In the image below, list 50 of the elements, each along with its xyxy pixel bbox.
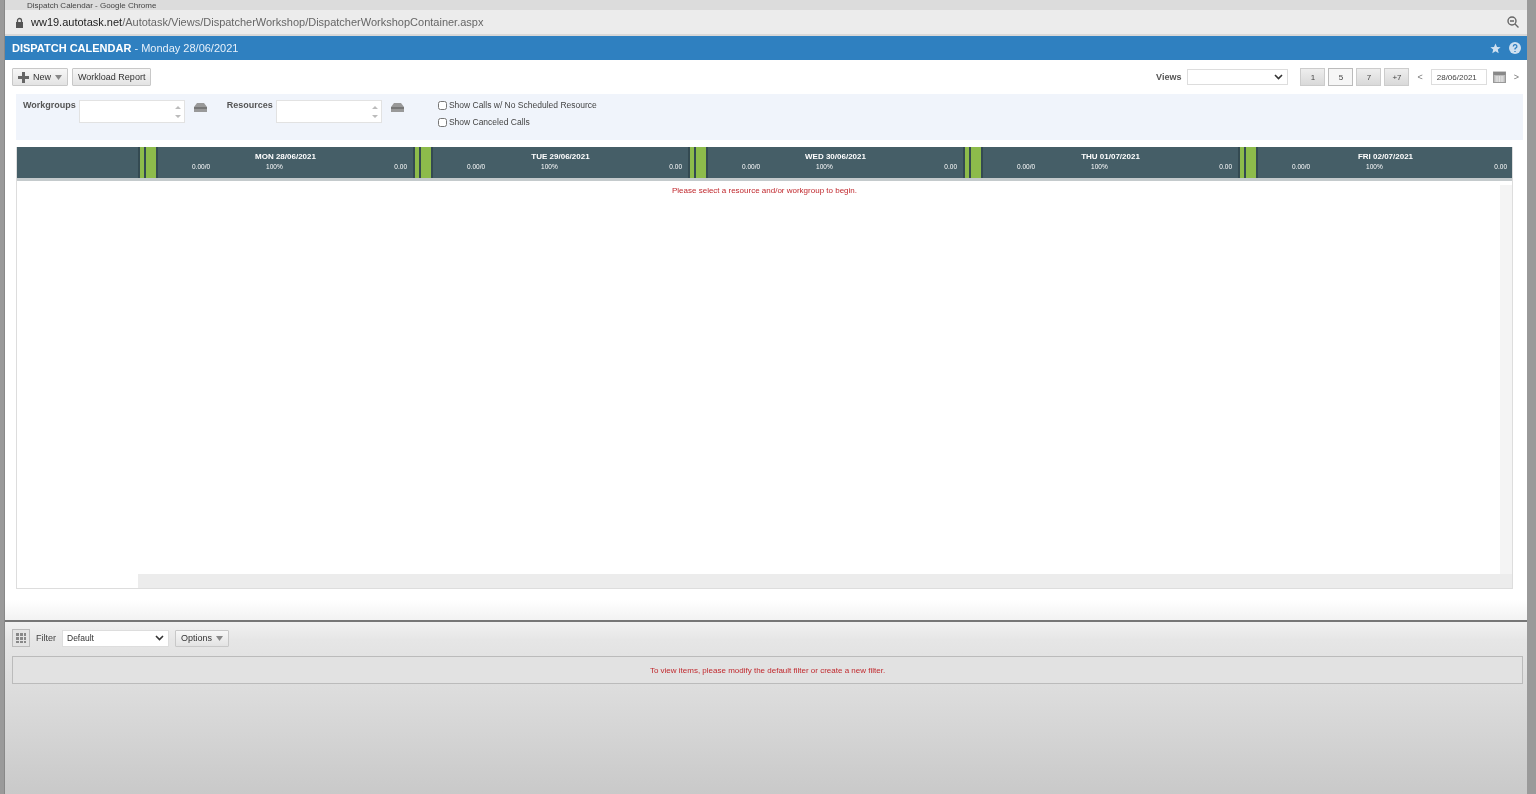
report-button[interactable]: Workload Report: [72, 68, 152, 86]
scroll-arrows-icon[interactable]: [174, 104, 181, 119]
window-title: Dispatch Calendar - Google Chrome: [27, 0, 157, 10]
day-label: MON 28/06/2021: [255, 152, 316, 161]
calendar-icon[interactable]: [1492, 71, 1506, 83]
next-link[interactable]: >: [1511, 72, 1521, 82]
help-icon[interactable]: [1509, 42, 1521, 54]
star-icon[interactable]: [1490, 42, 1501, 54]
filter-label: Filter: [36, 633, 56, 643]
grid-icon[interactable]: [12, 629, 30, 647]
resources-label: Resources: [226, 100, 273, 110]
checkbox[interactable]: [437, 100, 447, 110]
calendar-message: Please select a resource and/or workgroup to begin.: [671, 186, 858, 195]
checkbox-label: Show Canceled Calls: [448, 117, 530, 127]
checkbox[interactable]: [437, 117, 447, 127]
availability-bar: [688, 147, 708, 178]
zoom-icon[interactable]: [1507, 16, 1519, 28]
day-label: FRI 02/07/2021: [1357, 152, 1414, 161]
scroll-arrows-icon[interactable]: [371, 104, 378, 119]
previous-link[interactable]: <: [1415, 72, 1425, 82]
range-button[interactable]: 7: [1356, 68, 1382, 86]
availability-bar: [963, 147, 983, 178]
range-button[interactable]: 1: [1300, 68, 1326, 86]
day-label: TUE 29/06/2021: [531, 152, 590, 161]
availability-bar: [413, 147, 433, 178]
day-label: WED 30/06/2021: [805, 152, 866, 161]
caret-icon[interactable]: [55, 74, 62, 80]
options-button[interactable]: Options: [175, 629, 230, 647]
workgroups-label: Workgroups: [23, 100, 76, 110]
vertical-scrollbar[interactable]: [1500, 185, 1512, 574]
lock-icon[interactable]: [15, 16, 24, 28]
page-title: DISPATCH CALENDAR - Monday 28/06/2021: [12, 42, 239, 54]
availability-bar: [1238, 147, 1258, 178]
chevron-icon[interactable]: [155, 635, 164, 641]
views-label: Views: [1156, 72, 1182, 82]
eraser-icon[interactable]: [390, 103, 404, 112]
range-button[interactable]: 5: [1328, 68, 1354, 86]
filter-message: To view items, please modify the default filter or create a new filter.: [649, 665, 886, 675]
availability-bar: [138, 147, 158, 178]
plus-icon[interactable]: [18, 71, 29, 83]
filter-dropdown[interactable]: Default: [62, 629, 169, 647]
horizontal-scrollbar[interactable]: [138, 574, 1512, 588]
range-button[interactable]: +7: [1384, 68, 1410, 86]
caret-icon[interactable]: [216, 635, 224, 641]
date-field[interactable]: 28/06/2021: [1430, 69, 1487, 85]
chevron-icon[interactable]: [1274, 74, 1284, 80]
eraser-icon[interactable]: [193, 103, 207, 112]
new-button[interactable]: New: [12, 68, 68, 86]
checkbox-label: Show Calls w/ No Scheduled Resource: [448, 100, 597, 110]
day-label: THU 01/07/2021: [1081, 152, 1140, 161]
